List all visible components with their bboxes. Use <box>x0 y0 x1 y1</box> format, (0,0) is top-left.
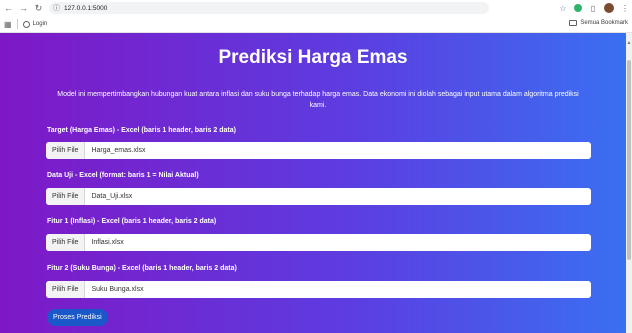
all-bookmarks[interactable]: Semua Bookmark <box>569 20 628 26</box>
bookmarks-separator <box>16 19 18 29</box>
field-label-interest-rate: Fitur 2 (Suku Bunga) - Excel (baris 1 he… <box>47 265 237 272</box>
file-input-inflation[interactable]: Pilih File Inflasi.xlsx <box>46 234 591 251</box>
scrollbar[interactable]: ▲ <box>626 33 632 333</box>
choose-file-button[interactable]: Pilih File <box>46 234 86 251</box>
choose-file-button[interactable]: Pilih File <box>46 142 86 159</box>
extension-icon[interactable] <box>574 4 582 12</box>
globe-icon <box>22 20 30 28</box>
file-name: Harga_emas.xlsx <box>91 147 146 154</box>
apps-grid-icon[interactable]: ▦ <box>4 20 12 29</box>
page-description: Model ini mempertimbangkan hubungan kuat… <box>57 91 579 109</box>
field-label-target: Target (Harga Emas) - Excel (baris 1 hea… <box>47 127 236 134</box>
field-label-test-data: Data Uji - Excel (format: baris 1 = Nila… <box>47 172 199 179</box>
star-icon[interactable]: ☆ <box>558 4 568 13</box>
site-info-icon[interactable]: ⓘ <box>53 3 60 13</box>
address-bar[interactable]: ⓘ 127.0.0.1:5000 <box>49 2 489 14</box>
bookmarks-bar: ▦ Login Semua Bookmark <box>0 16 632 33</box>
bookmark-login-label: Login <box>32 21 48 27</box>
scroll-up-icon[interactable]: ▲ <box>626 40 632 46</box>
profile-avatar[interactable] <box>604 3 614 13</box>
all-bookmarks-label: Semua Bookmark <box>580 20 628 26</box>
page-title: Prediksi Harga Emas <box>218 47 408 68</box>
field-label-inflation: Fitur 1 (Inflasi) - Excel (baris 1 heade… <box>47 218 217 225</box>
browser-toolbar: ← → ↻ ⓘ 127.0.0.1:5000 ☆ ▯ ⋮ <box>0 0 632 16</box>
menu-icon[interactable]: ⋮ <box>620 4 630 13</box>
file-name: Data_Uji.xlsx <box>91 193 133 200</box>
page-content: Prediksi Harga Emas Model ini mempertimb… <box>0 33 626 333</box>
file-input-interest-rate[interactable]: Pilih File Suku Bunga.xlsx <box>46 281 591 298</box>
extensions-puzzle-icon[interactable]: ▯ <box>588 4 598 13</box>
choose-file-button[interactable]: Pilih File <box>46 188 86 205</box>
url-text: 127.0.0.1:5000 <box>64 4 108 12</box>
choose-file-button[interactable]: Pilih File <box>46 281 86 298</box>
file-input-target[interactable]: Pilih File Harga_emas.xlsx <box>46 142 591 159</box>
bookmark-login[interactable]: Login <box>22 20 48 28</box>
folder-icon <box>569 20 578 26</box>
process-prediction-button[interactable]: Proses Prediksi <box>47 309 108 326</box>
scroll-thumb[interactable] <box>627 60 631 260</box>
forward-icon[interactable]: → <box>17 2 30 15</box>
file-name: Suku Bunga.xlsx <box>91 286 144 293</box>
reload-icon[interactable]: ↻ <box>32 2 45 15</box>
file-name: Inflasi.xlsx <box>91 239 124 246</box>
back-icon[interactable]: ← <box>2 2 15 15</box>
file-input-test-data[interactable]: Pilih File Data_Uji.xlsx <box>46 188 591 205</box>
